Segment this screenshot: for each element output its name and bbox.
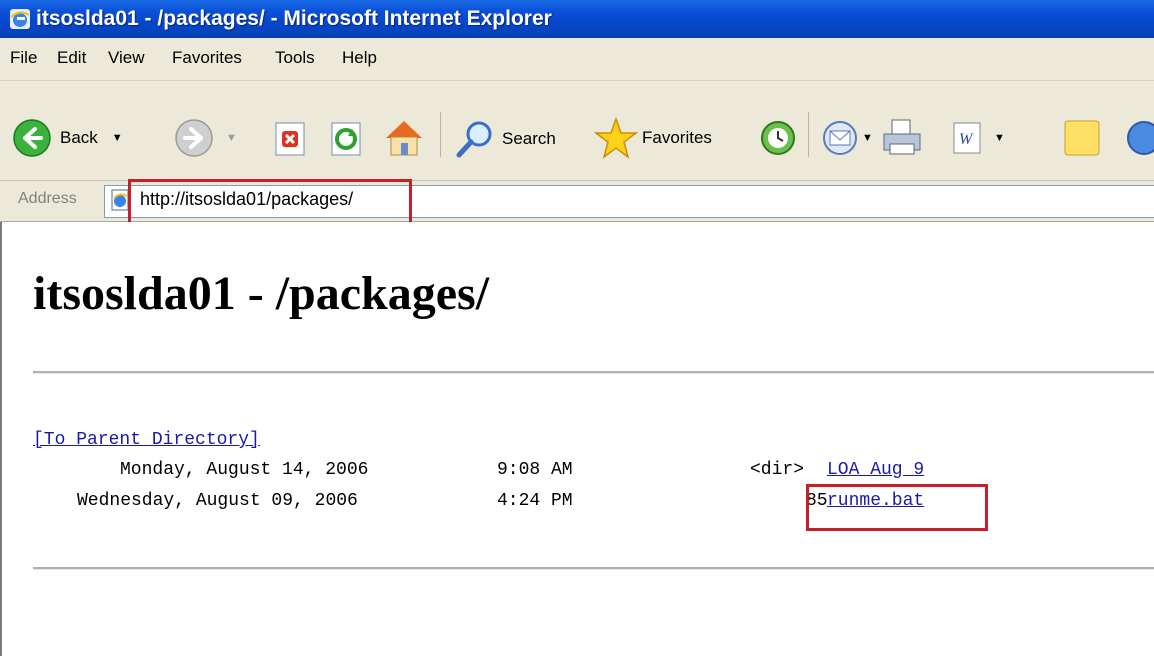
history-clock-icon <box>761 121 795 155</box>
menu-bar: File Edit View Favorites Tools Help <box>0 38 1154 81</box>
toolbar-separator <box>808 112 809 157</box>
menu-edit[interactable]: Edit <box>57 48 86 68</box>
page-heading: itsoslda01 - /packages/ <box>33 267 490 320</box>
note-icon <box>1064 120 1100 156</box>
top-rule <box>33 371 1154 374</box>
mail-button[interactable]: ▼ <box>820 118 873 158</box>
back-dropdown-icon[interactable]: ▼ <box>112 132 123 144</box>
file-highlight-box <box>806 484 988 531</box>
star-icon <box>594 116 638 159</box>
ie-logo-icon <box>10 9 30 29</box>
edit-dropdown-icon[interactable]: ▼ <box>994 132 1005 144</box>
search-button[interactable]: Search <box>454 118 556 160</box>
address-label: Address <box>18 190 77 207</box>
menu-help[interactable]: Help <box>342 48 377 68</box>
row-date: Wednesday, August 09, 2006 <box>77 491 358 511</box>
print-button[interactable] <box>880 116 924 158</box>
favorites-label: Favorites <box>642 128 712 147</box>
bottom-rule <box>33 567 1154 570</box>
row-size: <dir> <box>750 460 805 480</box>
stop-icon <box>275 122 305 156</box>
history-button[interactable] <box>758 118 798 158</box>
menu-view[interactable]: View <box>108 48 145 68</box>
stop-button[interactable] <box>272 120 310 158</box>
mail-icon <box>823 121 857 155</box>
window-title: itsoslda01 - /packages/ - Microsoft Inte… <box>36 7 552 30</box>
mail-dropdown-icon[interactable]: ▼ <box>862 132 873 144</box>
row-time: 9:08 AM <box>497 460 573 480</box>
title-bar: itsoslda01 - /packages/ - Microsoft Inte… <box>0 0 1154 38</box>
menu-tools[interactable]: Tools <box>275 48 315 68</box>
discuss-button[interactable] <box>1062 118 1102 158</box>
toolbar-separator <box>440 112 441 157</box>
refresh-button[interactable] <box>328 120 366 158</box>
back-label: Back <box>60 128 98 147</box>
word-edit-button[interactable]: W ▼ <box>948 120 1005 156</box>
search-label: Search <box>502 129 556 148</box>
back-button[interactable]: Back ▼ <box>12 118 123 158</box>
row-time: 4:24 PM <box>497 491 573 511</box>
svg-text:W: W <box>959 131 974 148</box>
menu-file[interactable]: File <box>10 48 37 68</box>
word-document-icon: W <box>953 122 981 154</box>
favorites-button[interactable]: Favorites <box>594 116 712 160</box>
printer-icon <box>883 119 921 155</box>
back-arrow-icon <box>13 119 51 157</box>
parent-directory-link[interactable]: [To Parent Directory] <box>33 430 260 450</box>
home-icon <box>386 121 422 156</box>
messenger-button[interactable] <box>1124 118 1154 158</box>
search-icon <box>456 121 492 158</box>
forward-dropdown-icon[interactable]: ▼ <box>226 132 237 144</box>
home-button[interactable] <box>382 116 426 158</box>
row-date: Monday, August 14, 2006 <box>120 460 369 480</box>
forward-button[interactable]: ▼ <box>174 118 237 158</box>
loa-aug-9-link[interactable]: LOA Aug 9 <box>827 460 924 480</box>
messenger-icon <box>1127 121 1154 155</box>
refresh-icon <box>331 122 361 156</box>
menu-favorites[interactable]: Favorites <box>172 48 242 68</box>
forward-arrow-icon <box>175 119 213 157</box>
